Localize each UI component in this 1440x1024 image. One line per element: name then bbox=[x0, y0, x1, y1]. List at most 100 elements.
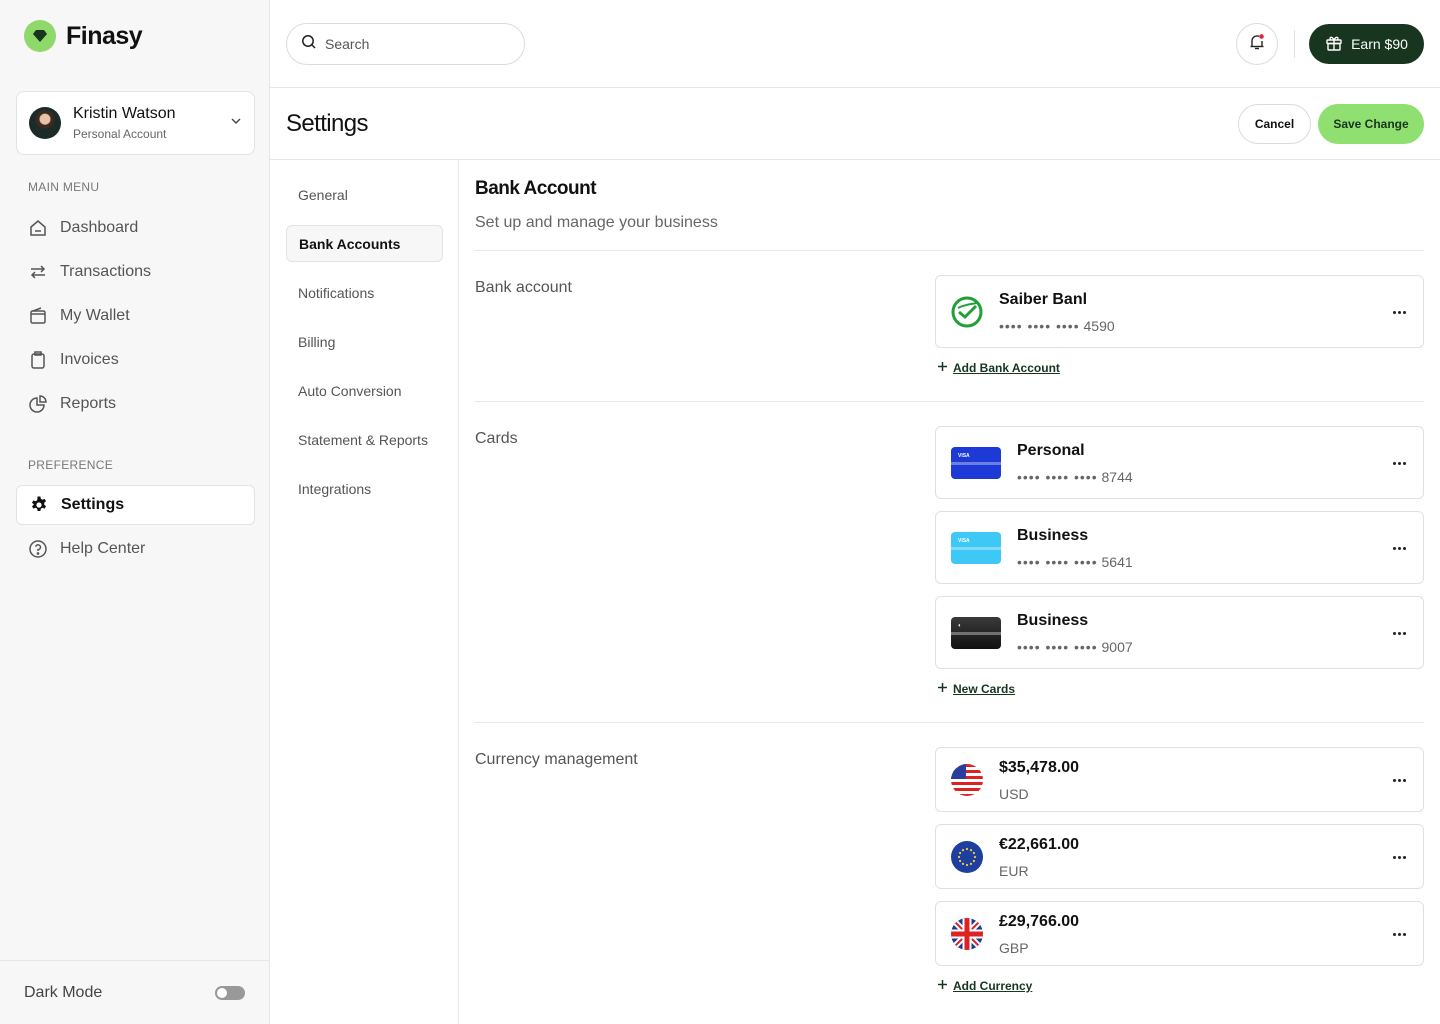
bank-account-item[interactable]: Saiber Banl •••• •••• •••• 4590 bbox=[935, 275, 1424, 348]
uk-flag-icon bbox=[951, 918, 983, 955]
more-options-icon[interactable] bbox=[1391, 849, 1407, 865]
sidebar-item-wallet[interactable]: My Wallet bbox=[16, 296, 255, 336]
add-bank-account-link[interactable]: Add Bank Account bbox=[937, 361, 1060, 375]
credit-card-icon: VISA bbox=[951, 532, 1001, 564]
divider bbox=[474, 722, 1424, 723]
more-options-icon[interactable] bbox=[1391, 772, 1407, 788]
home-icon bbox=[28, 218, 48, 238]
search-icon bbox=[301, 34, 317, 55]
currency-amount: £29,766.00 bbox=[999, 913, 1080, 930]
tab-integrations[interactable]: Integrations bbox=[286, 470, 443, 507]
card-name: Personal bbox=[1017, 442, 1085, 459]
account-type: Personal Account bbox=[73, 127, 167, 141]
card-item[interactable]: ◐ Business •••• •••• •••• 9007 bbox=[935, 596, 1424, 669]
tab-billing[interactable]: Billing bbox=[286, 323, 443, 360]
preference-label: PREFERENCE bbox=[28, 458, 114, 472]
currency-item[interactable]: €22,661.00 EUR bbox=[935, 824, 1424, 889]
credit-card-icon: ◐ bbox=[951, 617, 1001, 649]
more-options-icon[interactable] bbox=[1391, 625, 1407, 641]
add-currency-link[interactable]: Add Currency bbox=[937, 979, 1032, 993]
currency-item[interactable]: $35,478.00 USD bbox=[935, 747, 1424, 812]
divider bbox=[474, 250, 1424, 251]
account-switcher[interactable]: Kristin Watson Personal Account bbox=[16, 91, 255, 155]
top-bar: Earn $90 bbox=[270, 0, 1440, 88]
sidebar: Finasy Kristin Watson Personal Account M… bbox=[0, 0, 270, 1024]
tab-bank-accounts[interactable]: Bank Accounts bbox=[286, 225, 443, 262]
sidebar-item-label: Settings bbox=[61, 496, 125, 513]
brand-name: Finasy bbox=[66, 21, 143, 50]
settings-subnav: General Bank Accounts Notifications Bill… bbox=[270, 160, 459, 1024]
pie-chart-icon bbox=[28, 394, 48, 414]
plus-icon bbox=[937, 361, 948, 375]
gift-icon bbox=[1325, 34, 1343, 55]
earn-button[interactable]: Earn $90 bbox=[1309, 24, 1424, 64]
tab-notifications[interactable]: Notifications bbox=[286, 274, 443, 311]
section-title: Bank Account bbox=[475, 178, 597, 199]
dark-mode-label: Dark Mode bbox=[24, 983, 103, 1001]
sidebar-item-label: Invoices bbox=[60, 351, 119, 368]
us-flag-icon bbox=[951, 764, 983, 801]
wallet-icon bbox=[28, 306, 48, 326]
eu-flag-icon bbox=[951, 841, 983, 878]
page-title: Settings bbox=[286, 110, 369, 137]
sidebar-item-transactions[interactable]: Transactions bbox=[16, 252, 255, 292]
earn-label: Earn $90 bbox=[1351, 36, 1408, 52]
tab-statement-reports[interactable]: Statement & Reports bbox=[286, 421, 443, 458]
currency-management-label: Currency management bbox=[475, 751, 638, 768]
sidebar-item-label: Reports bbox=[60, 395, 117, 412]
search-input[interactable] bbox=[325, 36, 505, 52]
arrows-icon bbox=[28, 262, 48, 282]
card-item[interactable]: VISA Personal •••• •••• •••• 8744 bbox=[935, 426, 1424, 499]
help-icon bbox=[28, 539, 48, 559]
card-number: •••• •••• •••• 5641 bbox=[1017, 554, 1133, 570]
card-item[interactable]: VISA Business •••• •••• •••• 5641 bbox=[935, 511, 1424, 584]
tab-general[interactable]: General bbox=[286, 176, 443, 213]
sidebar-item-settings[interactable]: Settings bbox=[16, 485, 255, 525]
main-menu: Dashboard Transactions My Wallet Invoice… bbox=[16, 208, 255, 428]
card-name: Business bbox=[1017, 612, 1089, 629]
tab-auto-conversion[interactable]: Auto Conversion bbox=[286, 372, 443, 409]
cards-label: Cards bbox=[475, 430, 518, 447]
cancel-button[interactable]: Cancel bbox=[1238, 104, 1311, 144]
sidebar-item-reports[interactable]: Reports bbox=[16, 384, 255, 424]
divider bbox=[474, 401, 1424, 402]
bell-icon bbox=[1248, 33, 1266, 56]
preference-menu: Settings Help Center bbox=[16, 485, 255, 573]
sidebar-item-label: Dashboard bbox=[60, 219, 139, 236]
more-options-icon[interactable] bbox=[1391, 455, 1407, 471]
chevron-down-icon bbox=[230, 114, 242, 132]
plus-icon bbox=[937, 682, 948, 696]
notifications-button[interactable] bbox=[1236, 23, 1278, 65]
card-number: •••• •••• •••• 8744 bbox=[1017, 469, 1133, 485]
main-menu-label: MAIN MENU bbox=[28, 180, 100, 194]
new-cards-link[interactable]: New Cards bbox=[937, 682, 1015, 696]
plus-icon bbox=[937, 979, 948, 993]
sidebar-item-dashboard[interactable]: Dashboard bbox=[16, 208, 255, 248]
currency-code: GBP bbox=[999, 940, 1029, 956]
account-name: Kristin Watson bbox=[73, 105, 176, 122]
currency-code: EUR bbox=[999, 863, 1029, 879]
currency-item[interactable]: £29,766.00 GBP bbox=[935, 901, 1424, 966]
dark-mode-toggle[interactable] bbox=[215, 985, 245, 1000]
search-box[interactable] bbox=[286, 23, 525, 65]
sidebar-item-label: Help Center bbox=[60, 540, 146, 557]
clipboard-icon bbox=[28, 350, 48, 370]
currency-amount: $35,478.00 bbox=[999, 759, 1080, 776]
bank-logo-icon bbox=[951, 296, 983, 333]
gear-icon bbox=[29, 495, 49, 515]
more-options-icon[interactable] bbox=[1391, 540, 1407, 556]
logo[interactable]: Finasy bbox=[24, 20, 143, 52]
more-options-icon[interactable] bbox=[1391, 304, 1407, 320]
section-subtitle: Set up and manage your business bbox=[475, 214, 718, 231]
currency-amount: €22,661.00 bbox=[999, 836, 1080, 853]
more-options-icon[interactable] bbox=[1391, 926, 1407, 942]
divider bbox=[1294, 30, 1295, 58]
sidebar-item-invoices[interactable]: Invoices bbox=[16, 340, 255, 380]
bank-name: Saiber Banl bbox=[999, 291, 1088, 308]
credit-card-icon: VISA bbox=[951, 447, 1001, 479]
dark-mode-row: Dark Mode bbox=[0, 960, 269, 1024]
sidebar-item-help-center[interactable]: Help Center bbox=[16, 529, 255, 569]
save-button[interactable]: Save Change bbox=[1318, 104, 1424, 144]
sidebar-item-label: My Wallet bbox=[60, 307, 130, 324]
account-number: •••• •••• •••• 4590 bbox=[999, 318, 1115, 334]
